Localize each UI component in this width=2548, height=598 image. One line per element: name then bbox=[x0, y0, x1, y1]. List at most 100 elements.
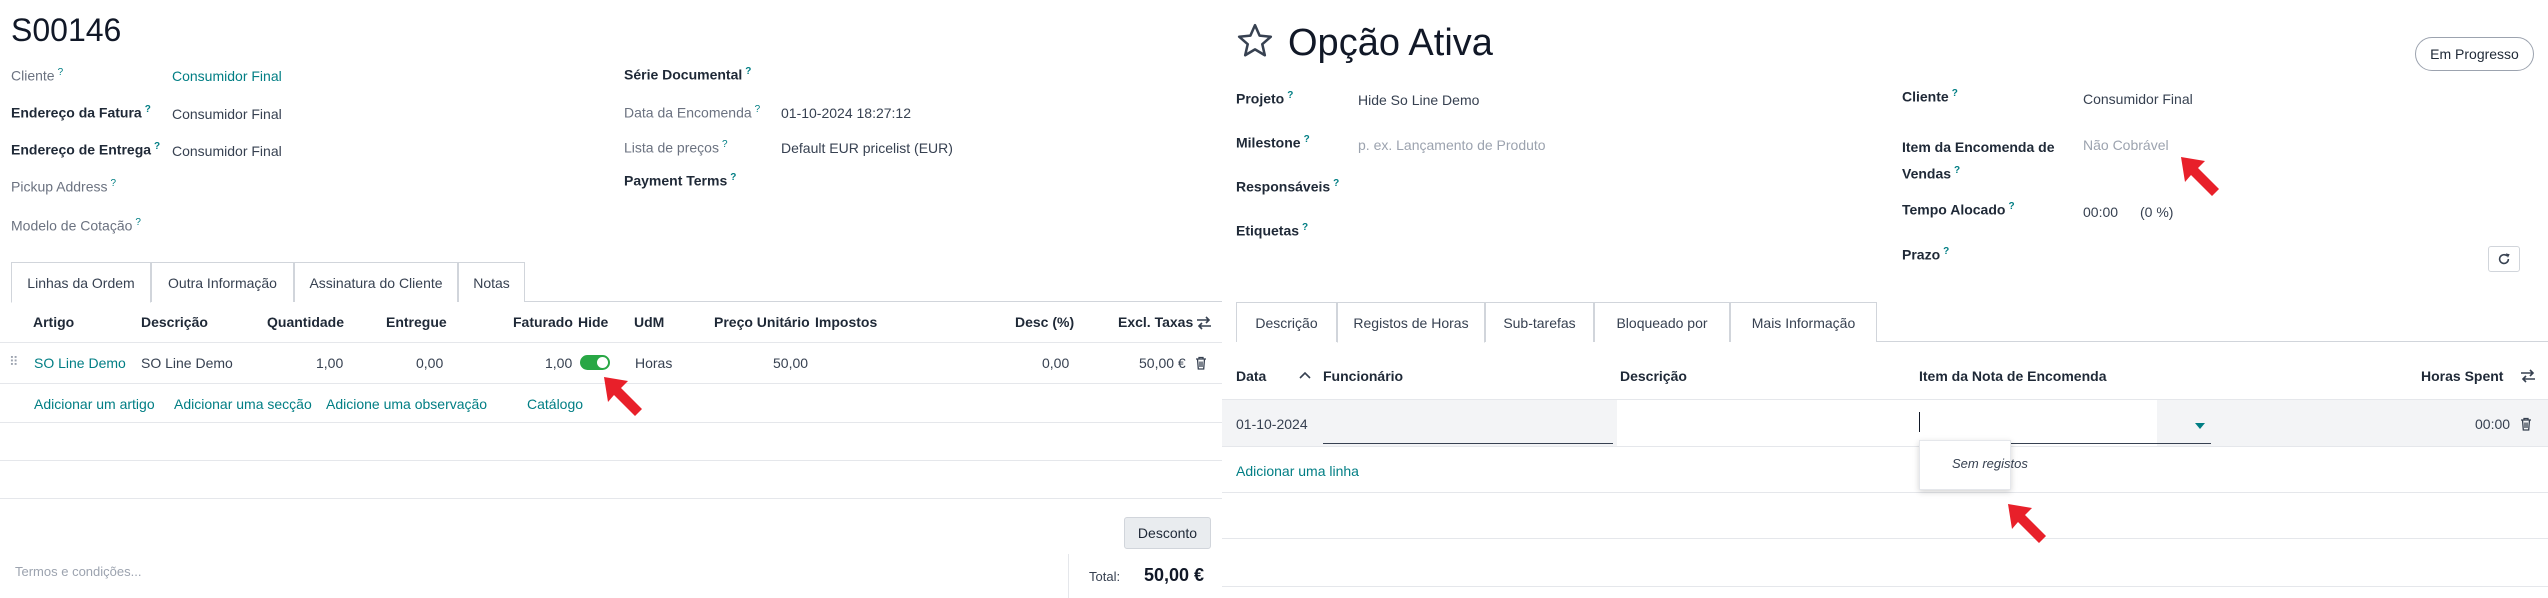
tab-assinatura-cliente[interactable]: Assinatura do Cliente bbox=[294, 262, 458, 302]
item-dropdown: Sem registos bbox=[1919, 440, 2028, 490]
row-preco-unitario[interactable]: 50,00 bbox=[773, 355, 808, 371]
drag-handle-icon[interactable]: ⠿ bbox=[9, 354, 18, 370]
field-label-milestone: Milestone? bbox=[1236, 134, 1310, 151]
field-label-data-encomenda: Data da Encomenda? bbox=[624, 104, 761, 121]
star-icon[interactable] bbox=[1236, 22, 1274, 60]
col-data[interactable]: Data bbox=[1236, 368, 1266, 384]
task-form: Opção Ativa Em Progresso Projeto? Hide S… bbox=[1222, 0, 2548, 598]
field-value-cliente-task[interactable]: Consumidor Final bbox=[2083, 91, 2193, 107]
row-entregue[interactable]: 0,00 bbox=[416, 355, 443, 371]
field-value-cliente[interactable]: Consumidor Final bbox=[172, 68, 282, 84]
modelo-cotacao-input[interactable] bbox=[172, 217, 572, 237]
add-note-link[interactable]: Adicione uma observação bbox=[326, 396, 487, 412]
field-label-etiquetas: Etiquetas? bbox=[1236, 222, 1309, 239]
field-label-pickup-address: Pickup Address? bbox=[11, 178, 117, 195]
tab-linhas-ordem[interactable]: Linhas da Ordem bbox=[11, 262, 151, 303]
row-descricao[interactable]: SO Line Demo bbox=[141, 355, 233, 371]
field-label-modelo-cotacao: Modelo de Cotação? bbox=[11, 217, 141, 234]
col-quantidade[interactable]: Quantidade bbox=[267, 314, 344, 330]
col-horas-spent[interactable]: Horas Spent bbox=[2421, 368, 2503, 384]
refresh-button[interactable] bbox=[2488, 246, 2520, 272]
field-label-endereco-entrega: Endereço de Entrega? bbox=[11, 141, 161, 158]
red-arrow-icon bbox=[604, 377, 642, 416]
tab-mais-informacao[interactable]: Mais Informação bbox=[1730, 302, 1877, 342]
divider bbox=[0, 422, 1222, 423]
row-artigo[interactable]: SO Line Demo bbox=[34, 355, 126, 371]
field-label-prazo: Prazo? bbox=[1902, 246, 1950, 263]
tab-notas[interactable]: Notas bbox=[458, 262, 525, 302]
hide-toggle[interactable] bbox=[580, 355, 610, 370]
divider bbox=[0, 498, 1222, 499]
sort-up-icon[interactable] bbox=[1299, 370, 1311, 380]
catalog-link[interactable]: Catálogo bbox=[527, 396, 583, 412]
field-value-endereco-entrega[interactable]: Consumidor Final bbox=[172, 143, 282, 159]
add-product-link[interactable]: Adicionar um artigo bbox=[34, 396, 155, 412]
field-value-endereco-fatura[interactable]: Consumidor Final bbox=[172, 106, 282, 122]
divider bbox=[1222, 492, 2548, 493]
tab-descricao[interactable]: Descrição bbox=[1236, 302, 1337, 342]
field-label-cliente: Cliente? bbox=[11, 67, 64, 84]
field-label-tempo-alocado: Tempo Alocado? bbox=[1902, 201, 2015, 218]
add-section-link[interactable]: Adicionar uma secção bbox=[174, 396, 312, 412]
text-cursor bbox=[1919, 412, 1920, 432]
tempo-alocado-input[interactable]: 00:00 bbox=[2083, 204, 2118, 220]
total-label: Total: bbox=[1089, 569, 1121, 584]
add-line-link[interactable]: Adicionar uma linha bbox=[1236, 463, 1359, 479]
col-udm[interactable]: UdM bbox=[634, 314, 664, 330]
etiquetas-input[interactable] bbox=[1358, 222, 1838, 242]
col-hide[interactable]: Hide bbox=[578, 314, 608, 330]
trash-icon[interactable] bbox=[2520, 417, 2532, 431]
field-value-projeto[interactable]: Hide So Line Demo bbox=[1358, 92, 1479, 108]
funcionario-input-underline bbox=[1323, 443, 1613, 444]
pickup-address-input[interactable] bbox=[172, 178, 572, 198]
col-desc[interactable]: Desc (%) bbox=[1015, 314, 1074, 330]
tab-sub-tarefas[interactable]: Sub-tarefas bbox=[1485, 302, 1594, 342]
status-button[interactable]: Em Progresso bbox=[2415, 37, 2534, 71]
sales-order-form: S00146 Cliente? Consumidor Final Endereç… bbox=[0, 0, 1222, 598]
column-settings-icon[interactable] bbox=[1196, 316, 1212, 330]
row-faturado[interactable]: 1,00 bbox=[545, 355, 572, 371]
col-descricao[interactable]: Descrição bbox=[141, 314, 208, 330]
field-label-projeto: Projeto? bbox=[1236, 90, 1294, 107]
tab-registos-horas[interactable]: Registos de Horas bbox=[1337, 302, 1485, 343]
serie-documental-input[interactable] bbox=[781, 66, 1181, 86]
discount-button[interactable]: Desconto bbox=[1124, 517, 1211, 549]
divider bbox=[1222, 586, 2548, 587]
payment-terms-input[interactable] bbox=[781, 172, 1181, 192]
row-data[interactable]: 01-10-2024 bbox=[1236, 416, 1308, 432]
caret-down-icon[interactable] bbox=[2195, 423, 2205, 429]
tempo-alocado-percent: (0 %) bbox=[2140, 204, 2174, 220]
row-udm[interactable]: Horas bbox=[635, 355, 672, 371]
tab-bloqueado-por[interactable]: Bloqueado por bbox=[1594, 302, 1730, 342]
col-item-nota-encomenda[interactable]: Item da Nota de Encomenda bbox=[1919, 368, 2106, 384]
terms-conditions-input[interactable]: Termos e condições... bbox=[15, 564, 141, 579]
col-excl-taxas[interactable]: Excl. Taxas bbox=[1118, 314, 1193, 330]
descricao-input[interactable] bbox=[1620, 410, 1900, 440]
divider bbox=[1222, 538, 2548, 539]
col-descricao-timesheet[interactable]: Descrição bbox=[1620, 368, 1687, 384]
col-artigo[interactable]: Artigo bbox=[33, 314, 74, 330]
milestone-input[interactable]: p. ex. Lançamento de Produto bbox=[1358, 137, 1546, 153]
field-value-lista-precos[interactable]: Default EUR pricelist (EUR) bbox=[781, 140, 953, 156]
task-title[interactable]: Opção Ativa bbox=[1288, 22, 1493, 65]
task-tabs: Descrição Registos de Horas Sub-tarefas … bbox=[1236, 302, 2548, 343]
field-label-item-encomenda: Item da Encomenda de Vendas? bbox=[1902, 139, 2055, 182]
col-preco-unitario[interactable]: Preço Unitário bbox=[714, 314, 810, 330]
row-desc[interactable]: 0,00 bbox=[1042, 355, 1069, 371]
divider bbox=[0, 460, 1222, 461]
row-horas-spent[interactable]: 00:00 bbox=[2475, 416, 2510, 432]
tab-outra-informacao[interactable]: Outra Informação bbox=[151, 262, 294, 302]
item-nota-encomenda-input[interactable] bbox=[1922, 410, 2142, 440]
column-settings-icon[interactable] bbox=[2520, 369, 2536, 383]
field-value-data-encomenda[interactable]: 01-10-2024 18:27:12 bbox=[781, 105, 911, 121]
col-impostos[interactable]: Impostos bbox=[815, 314, 877, 330]
col-faturado[interactable]: Faturado bbox=[513, 314, 573, 330]
red-arrow-icon bbox=[2008, 504, 2046, 543]
funcionario-input[interactable] bbox=[1323, 410, 1613, 440]
col-funcionario[interactable]: Funcionário bbox=[1323, 368, 1403, 384]
row-quantidade[interactable]: 1,00 bbox=[316, 355, 343, 371]
trash-icon[interactable] bbox=[1195, 356, 1207, 370]
responsaveis-input[interactable] bbox=[1358, 178, 1838, 198]
item-encomenda-input[interactable]: Não Cobrável bbox=[2083, 137, 2169, 153]
col-entregue[interactable]: Entregue bbox=[386, 314, 447, 330]
